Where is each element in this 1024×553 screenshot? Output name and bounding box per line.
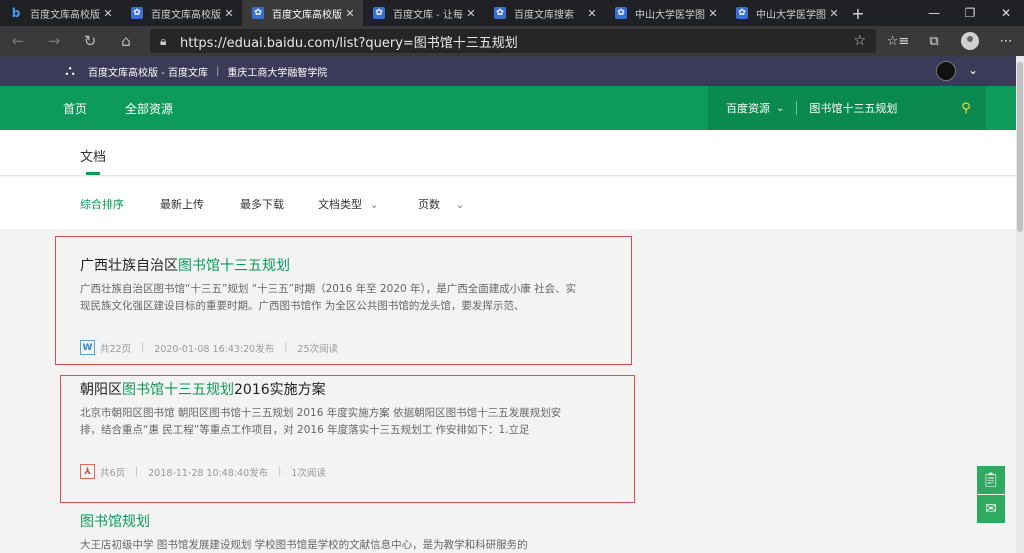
sort-bar: 综合排序 最新上传 最多下载 文档类型 ⌄ 页数 ⌄: [0, 177, 1016, 229]
paw-icon: ✿: [494, 7, 506, 19]
site-brand[interactable]: 百度文库高校版 - 百度文库: [88, 64, 208, 79]
lock-icon: 🔒︎: [160, 33, 167, 48]
paw-icon: ✿: [615, 7, 627, 19]
close-window-icon[interactable]: ✕: [988, 0, 1024, 26]
result-card: 图书馆规划 大王店初级中学 图书馆发展建设规划 学校图书馆是学校的文献信息中心，…: [55, 509, 690, 553]
browser-actions: ☆≡ ⧉ ⋯: [880, 26, 1024, 56]
close-icon[interactable]: ✕: [343, 7, 357, 20]
sort-comprehensive[interactable]: 综合排序: [80, 196, 124, 212]
search-box: 百度资源 ⌄ 图书馆十三五规划 ⚲: [708, 86, 986, 130]
tab-label: 百度文库搜索: [514, 9, 574, 21]
browser-tab-1[interactable]: b 百度文库高校版 ✕: [0, 0, 121, 26]
avatar[interactable]: [936, 61, 956, 81]
sort-doc-type[interactable]: 文档类型 ⌄: [318, 196, 378, 212]
chevron-down-icon: ⌄: [456, 200, 465, 211]
tab-label: 百度文库高校版: [151, 9, 221, 21]
header-divider: |: [215, 65, 220, 77]
sort-most-downloaded[interactable]: 最多下载: [240, 196, 284, 212]
tab-label: 百度文库 - 让每: [393, 9, 463, 21]
site-header: ⛬ 百度文库高校版 - 百度文库 | 重庆工商大学融智学院 ⌄: [0, 56, 1016, 86]
url-bar[interactable]: 🔒︎ https://eduai.baidu.com/list?query=图书…: [150, 29, 876, 53]
main-nav: 首页 全部资源 百度资源 ⌄ 图书馆十三五规划 ⚲: [0, 86, 1016, 130]
close-icon[interactable]: ✕: [222, 7, 236, 20]
refresh-icon[interactable]: ↻: [72, 26, 108, 56]
highlight-box: [60, 375, 635, 503]
bing-icon: b: [11, 6, 21, 20]
clipboard-icon[interactable]: 📋︎: [977, 466, 1005, 494]
search-divider: [796, 101, 798, 115]
scrollbar-thumb[interactable]: [1017, 62, 1023, 232]
address-toolbar: ← → ↻ ⌂ 🔒︎ https://eduai.baidu.com/list?…: [0, 26, 1024, 56]
scrollbar[interactable]: [1016, 56, 1024, 553]
mail-icon[interactable]: ✉: [977, 495, 1005, 523]
sort-pages[interactable]: 页数 ⌄: [418, 196, 464, 212]
active-tab-underline: [86, 172, 100, 175]
wenku-logo-icon[interactable]: ⛬: [60, 63, 80, 79]
url-text: https://eduai.baidu.com/list?query=图书馆十三…: [180, 35, 518, 51]
close-icon[interactable]: ✕: [101, 7, 115, 20]
window-controls: — ❐ ✕: [916, 0, 1024, 26]
chevron-down-icon[interactable]: ⌄: [968, 63, 978, 77]
search-icon[interactable]: ⚲: [946, 101, 986, 116]
close-icon[interactable]: ✕: [585, 7, 599, 20]
browser-tab-5[interactable]: ✿ 百度文库搜索 ✕: [484, 0, 605, 26]
nav-home[interactable]: 首页: [63, 100, 87, 117]
sort-pages-label: 页数: [418, 198, 440, 211]
forward-icon[interactable]: →: [36, 26, 72, 56]
result-description: 大王店初级中学 图书馆发展建设规划 学校图书馆是学校的文献信息中心，是为教学和科…: [80, 539, 528, 551]
browser-tab-2[interactable]: ✿ 百度文库高校版 ✕: [121, 0, 242, 26]
home-icon[interactable]: ⌂: [108, 26, 144, 56]
chevron-down-icon: ⌄: [370, 200, 379, 211]
browser-tab-6[interactable]: ✿ 中山大学医学图 ✕: [605, 0, 726, 26]
sort-newest[interactable]: 最新上传: [160, 196, 204, 212]
results-list: 广西壮族自治区图书馆十三五规划 广西壮族自治区图书馆“十三五”规划 “十三五”时…: [0, 229, 1016, 553]
title-highlight: 图书馆规划: [80, 514, 150, 530]
paw-icon: ✿: [131, 7, 143, 19]
nav-all-resources[interactable]: 全部资源: [125, 100, 173, 117]
minimize-icon[interactable]: —: [916, 0, 952, 26]
restore-icon[interactable]: ❐: [952, 0, 988, 26]
tab-label: 百度文库高校版: [272, 9, 342, 21]
collections-icon[interactable]: ⧉: [916, 34, 952, 49]
browser-tab-3[interactable]: ✿ 百度文库高校版 ✕: [242, 0, 363, 26]
browser-tab-strip: b 百度文库高校版 ✕ ✿ 百度文库高校版 ✕ ✿ 百度文库高校版 ✕ ✿ 百度…: [0, 0, 1024, 26]
profile-icon[interactable]: [952, 32, 988, 50]
school-name: 重庆工商大学融智学院: [227, 67, 328, 79]
search-input[interactable]: 图书馆十三五规划: [809, 100, 946, 116]
close-icon[interactable]: ✕: [827, 7, 841, 20]
highlight-box: [55, 236, 632, 365]
close-icon[interactable]: ✕: [706, 7, 720, 20]
favorite-star-icon[interactable]: ☆: [853, 33, 866, 49]
content-tabs: 文档: [0, 130, 1016, 176]
paw-icon: ✿: [252, 7, 264, 19]
tab-documents[interactable]: 文档: [80, 146, 106, 165]
tab-label: 中山大学医学图: [635, 9, 705, 21]
favorites-icon[interactable]: ☆≡: [880, 34, 916, 49]
close-icon[interactable]: ✕: [464, 7, 478, 20]
sort-doc-type-label: 文档类型: [318, 198, 362, 211]
paw-icon: ✿: [736, 7, 748, 19]
result-title[interactable]: 图书馆规划: [80, 511, 150, 531]
browser-tab-7[interactable]: ✿ 中山大学医学图 ✕: [726, 0, 847, 26]
tab-label: 百度文库高校版: [30, 9, 100, 21]
back-icon[interactable]: ←: [0, 26, 36, 56]
chevron-down-icon[interactable]: ⌄: [776, 103, 784, 114]
new-tab-icon[interactable]: +: [847, 0, 869, 26]
search-scope-select[interactable]: 百度资源: [726, 100, 770, 116]
more-icon[interactable]: ⋯: [988, 34, 1024, 49]
tab-label: 中山大学医学图: [756, 9, 826, 21]
paw-icon: ✿: [373, 7, 385, 19]
browser-tab-4[interactable]: ✿ 百度文库 - 让每 ✕: [363, 0, 484, 26]
